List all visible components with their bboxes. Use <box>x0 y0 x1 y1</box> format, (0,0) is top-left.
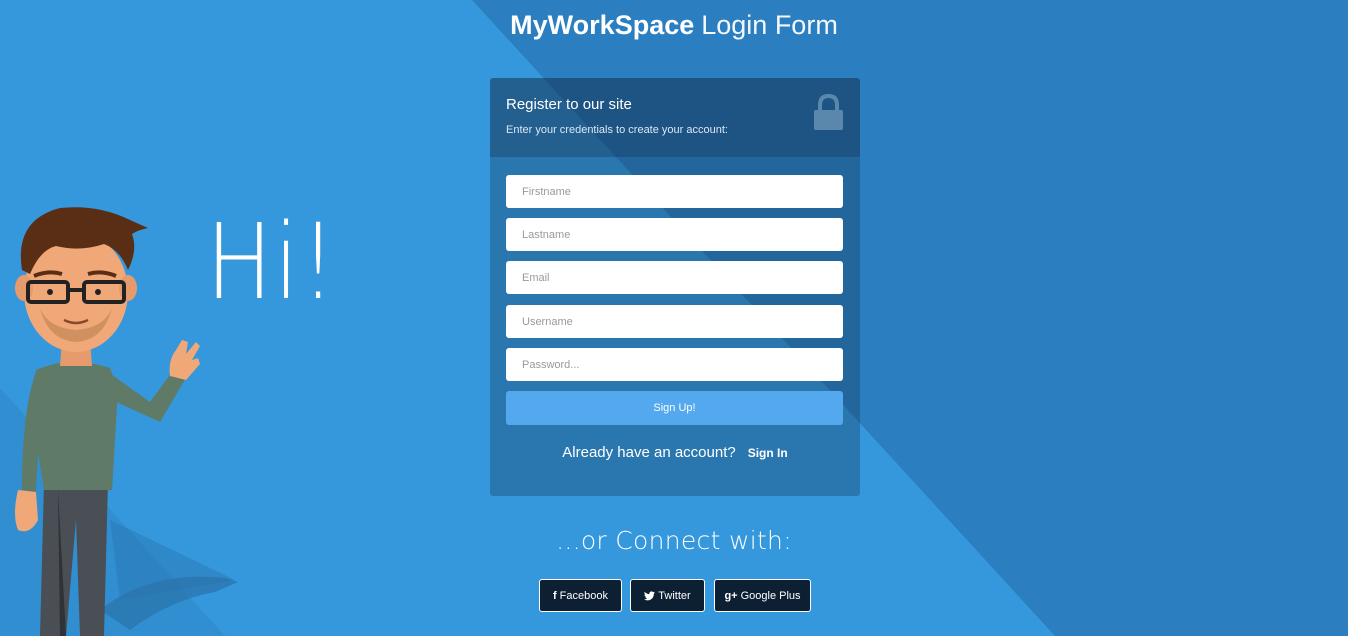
lastname-field[interactable] <box>506 218 843 251</box>
google-plus-button[interactable]: g+ Google Plus <box>714 579 811 612</box>
twitter-icon <box>644 590 656 600</box>
facebook-label: Facebook <box>559 589 608 602</box>
firstname-field[interactable] <box>506 175 843 208</box>
google-plus-label: Google Plus <box>740 589 801 602</box>
form-body: Sign Up! Already have an account? Sign In <box>490 157 860 496</box>
connect-title: ...or Connect with: <box>556 526 792 555</box>
register-form: Register to our site Enter your credenti… <box>490 78 860 496</box>
form-header: Register to our site Enter your credenti… <box>490 78 860 157</box>
page-subtitle: Login Form <box>701 10 838 40</box>
page-title: MyWorkSpace Login Form <box>0 8 1348 42</box>
signup-button[interactable]: Sign Up! <box>506 391 843 425</box>
form-heading: Register to our site <box>506 96 632 113</box>
facebook-button[interactable]: f Facebook <box>539 579 622 612</box>
twitter-label: Twitter <box>658 589 691 602</box>
signin-row: Already have an account? Sign In <box>490 444 860 461</box>
greeting-text: Hi! <box>206 201 338 323</box>
email-field[interactable] <box>506 261 843 294</box>
password-field[interactable] <box>506 348 843 381</box>
twitter-button[interactable]: Twitter <box>630 579 705 612</box>
brand-name: MyWorkSpace <box>510 10 695 40</box>
facebook-icon: f <box>553 589 557 602</box>
signin-link[interactable]: Sign In <box>748 446 788 460</box>
lock-icon <box>814 94 843 130</box>
google-plus-icon: g+ <box>724 589 738 602</box>
username-field[interactable] <box>506 305 843 338</box>
account-prompt: Already have an account? <box>562 444 736 461</box>
form-description: Enter your credentials to create your ac… <box>506 124 728 136</box>
